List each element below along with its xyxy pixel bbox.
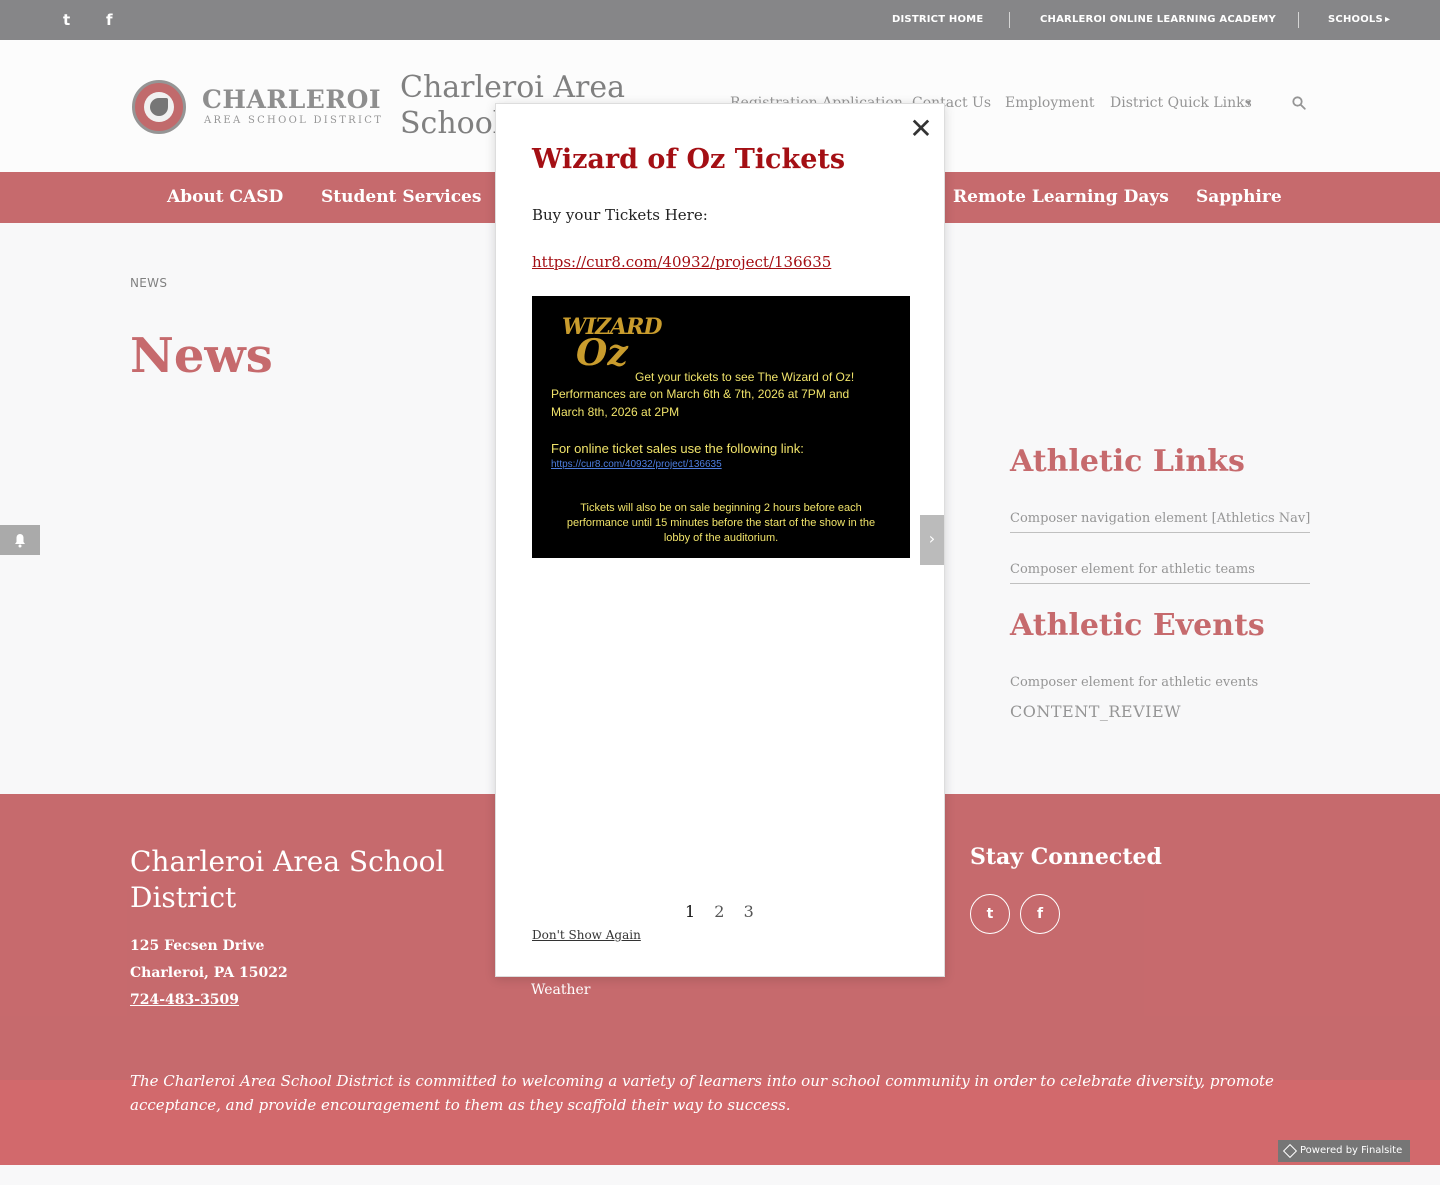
flyer-line: For online ticket sales use the followin… bbox=[551, 441, 804, 456]
announcement-modal: ✕ Wizard of Oz Tickets Buy your Tickets … bbox=[495, 103, 945, 977]
modal-text: Buy your Tickets Here: bbox=[532, 206, 708, 224]
flyer-line: Get your tickets to see The Wizard of Oz… bbox=[635, 370, 855, 384]
modal-title: Wizard of Oz Tickets bbox=[532, 144, 846, 175]
next-slide-button[interactable]: › bbox=[920, 515, 944, 565]
close-icon[interactable]: ✕ bbox=[906, 114, 936, 144]
wizard-of-oz-flyer: WIZARD Oz Get your tickets to see The Wi… bbox=[532, 296, 910, 558]
flyer-line: performance until 15 minutes before the … bbox=[566, 517, 876, 529]
modal-pagination: 1 2 3 bbox=[685, 902, 768, 921]
dont-show-again-link[interactable]: Don't Show Again bbox=[532, 928, 641, 942]
page-2-button[interactable]: 2 bbox=[714, 902, 724, 921]
page-1-button[interactable]: 1 bbox=[685, 902, 695, 921]
ticket-link[interactable]: https://cur8.com/40932/project/136635 bbox=[532, 253, 831, 271]
page-3-button[interactable]: 3 bbox=[744, 902, 754, 921]
flyer-logo-bottom: Oz bbox=[576, 332, 628, 374]
flyer-line: lobby of the auditorium. bbox=[663, 532, 779, 544]
flyer-link: https://cur8.com/40932/project/136635 bbox=[551, 459, 722, 470]
flyer-line: Performances are on March 6th & 7th, 202… bbox=[551, 387, 850, 401]
flyer-line: Tickets will also be on sale beginning 2… bbox=[580, 502, 862, 514]
flyer-line: March 8th, 2026 at 2PM bbox=[551, 405, 680, 419]
